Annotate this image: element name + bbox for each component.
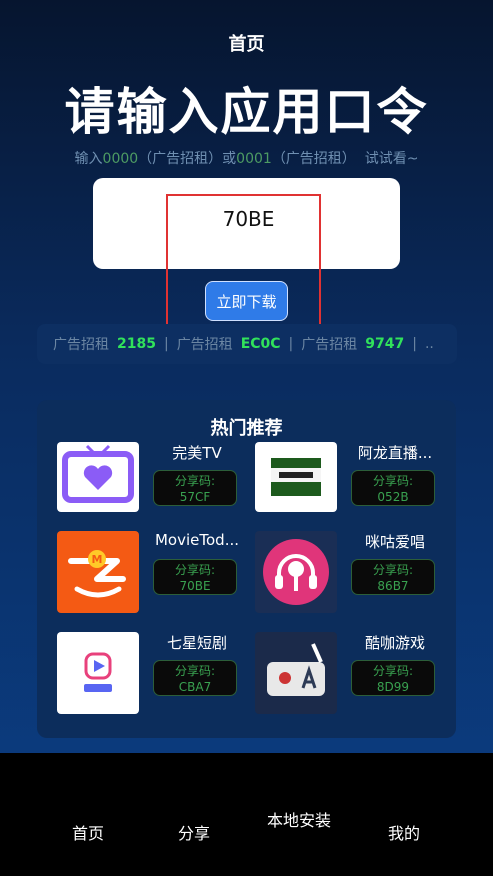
- ticker-code[interactable]: 2185: [117, 336, 156, 352]
- tv-heart-icon: [57, 442, 139, 512]
- ticker-separator: |: [163, 336, 169, 352]
- app-name: 七星短剧: [166, 634, 227, 652]
- share-code-badge[interactable]: 分享码: CBA7: [153, 660, 237, 696]
- app-name: 咪咕爱唱: [364, 533, 425, 551]
- ticker-label: 广告招租: [53, 337, 109, 353]
- app-card-migu-sing[interactable]: 咪咕爱唱 分享码: 86B7: [255, 531, 445, 613]
- qixing-play-icon: [57, 632, 139, 714]
- microphone-headphone-icon: [255, 531, 337, 613]
- game-robot-icon: [255, 632, 337, 714]
- app-card-movietoday[interactable]: M MovieTod... 分享码: 70BE: [57, 531, 247, 613]
- app-card-along-live[interactable]: 阿龙直播... 分享码: 052B: [255, 442, 445, 524]
- download-now-button[interactable]: 立即下载: [205, 281, 288, 321]
- ticker-separator: |: [412, 336, 417, 352]
- movietoday-logo-icon: M: [57, 531, 139, 613]
- share-code-badge[interactable]: 分享码: 57CF: [153, 470, 237, 506]
- ticker-separator: |: [288, 336, 294, 352]
- app-name: MovieTod...: [154, 531, 239, 549]
- svg-text:M: M: [92, 553, 103, 566]
- hot-recommend-panel: 热门推荐 完美TV 分享码: 57CF 阿龙直播... 分享码: 052B M …: [37, 400, 456, 738]
- bottom-tab-bar: 首页 分享 本地安装 我的: [0, 753, 493, 876]
- tab-home[interactable]: 首页: [48, 820, 128, 844]
- app-name: 完美TV: [172, 444, 222, 462]
- ticker-more: ..: [424, 336, 434, 352]
- app-card-kuka-game[interactable]: 酷咖游戏 分享码: 8D99: [255, 632, 445, 714]
- ticker-code[interactable]: EC0C: [241, 336, 281, 352]
- hint-text: 输入0000（广告招租）或0001（广告招租） 试试看~: [74, 151, 419, 167]
- tab-share[interactable]: 分享: [154, 820, 234, 844]
- tab-local-install[interactable]: 本地安装: [264, 810, 334, 832]
- app-name: 阿龙直播...: [357, 444, 433, 462]
- tab-mine[interactable]: 我的: [364, 820, 444, 844]
- ticker-label: 广告招租: [301, 337, 358, 353]
- page-title: 首页: [228, 34, 265, 55]
- share-code-badge[interactable]: 分享码: 052B: [351, 470, 435, 506]
- alonglive-logo-icon: [255, 442, 337, 512]
- share-code-badge[interactable]: 分享码: 86B7: [351, 559, 435, 595]
- ticker-code[interactable]: 9747: [365, 336, 404, 352]
- share-code-badge[interactable]: 分享码: 8D99: [351, 660, 435, 696]
- hero-title: 请输入应用口令: [64, 83, 429, 141]
- app-card-wanmei-tv[interactable]: 完美TV 分享码: 57CF: [57, 442, 247, 524]
- hot-title: 热门推荐: [210, 418, 283, 439]
- ticker-label: 广告招租: [176, 337, 233, 353]
- app-name: 酷咖游戏: [364, 634, 425, 652]
- ad-ticker: 广告招租 2185 | 广告招租 EC0C | 广告招租 9747 | ..: [37, 324, 457, 364]
- share-code-badge[interactable]: 分享码: 70BE: [153, 559, 237, 595]
- app-card-qixing[interactable]: 七星短剧 分享码: CBA7: [57, 632, 247, 714]
